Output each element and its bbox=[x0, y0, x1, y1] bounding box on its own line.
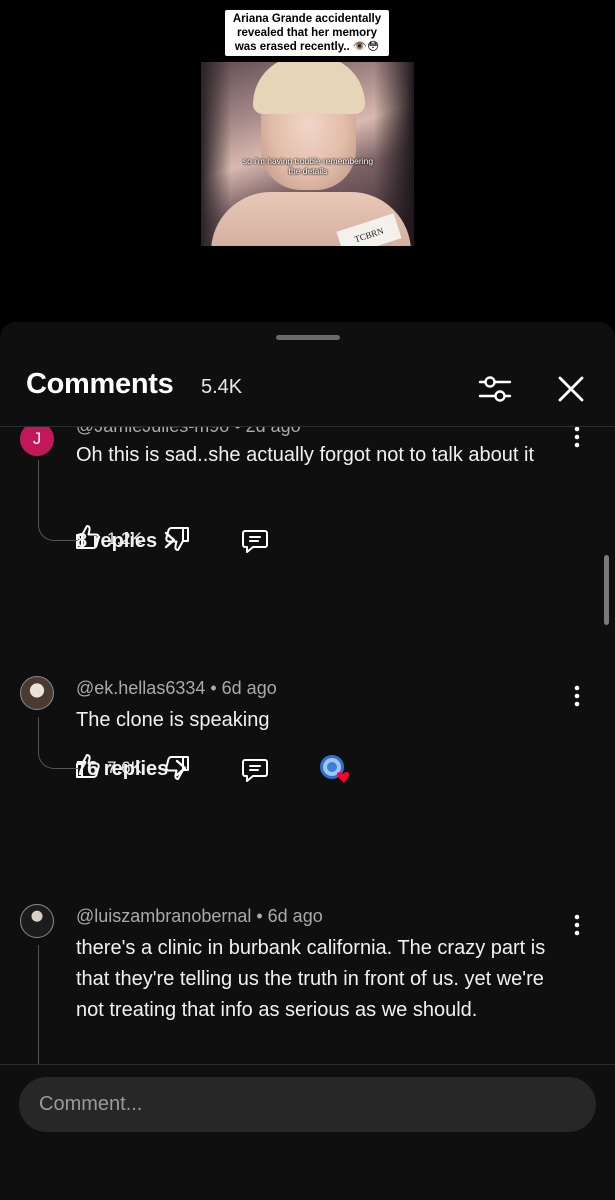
input-divider bbox=[0, 1064, 615, 1065]
reply-button[interactable] bbox=[241, 755, 271, 785]
comments-title: Comments bbox=[26, 368, 174, 400]
thread-line bbox=[38, 945, 39, 1064]
reply-button[interactable] bbox=[241, 526, 271, 556]
comments-count: 5.4K bbox=[201, 376, 243, 398]
avatar[interactable] bbox=[20, 904, 54, 938]
comment-author-meta[interactable]: @luiszambranobernal • 6d ago bbox=[76, 906, 323, 927]
drag-handle[interactable] bbox=[276, 335, 340, 340]
video-person-hair bbox=[253, 62, 365, 114]
chevron-right-icon bbox=[163, 530, 177, 553]
avatar[interactable]: J bbox=[20, 427, 54, 456]
replies-count: 76 replies bbox=[76, 758, 169, 780]
video-frame[interactable]: TCBRN so i'm having trouble remembering … bbox=[201, 62, 414, 246]
sliders-icon bbox=[478, 376, 512, 402]
video-subtitle: so i'm having trouble remembering the de… bbox=[242, 156, 374, 176]
reply-comment-icon bbox=[242, 759, 268, 782]
video-player[interactable]: Ariana Grande accidentally revealed that… bbox=[0, 0, 615, 322]
comments-list[interactable]: J @JamieJulies-m9o • 2d ago Oh this is s… bbox=[0, 427, 615, 1064]
filter-button[interactable] bbox=[476, 372, 514, 406]
comment-input[interactable] bbox=[19, 1077, 596, 1132]
comments-sheet: Comments 5.4K J @JamieJulies-m9o • 2d ag… bbox=[0, 322, 615, 1200]
video-caption: Ariana Grande accidentally revealed that… bbox=[225, 10, 389, 56]
creator-heart-badge bbox=[318, 753, 354, 783]
avatar[interactable] bbox=[20, 676, 54, 710]
reply-comment-icon bbox=[242, 530, 268, 553]
view-replies-link[interactable]: 8 replies bbox=[76, 530, 177, 553]
close-icon bbox=[558, 376, 584, 402]
chevron-right-icon bbox=[174, 758, 188, 781]
comment-author-meta[interactable]: @ek.hellas6334 • 6d ago bbox=[76, 678, 277, 699]
scrollbar[interactable] bbox=[604, 555, 609, 625]
view-replies-link[interactable]: 76 replies bbox=[76, 758, 188, 781]
comment-text: there's a clinic in burbank california. … bbox=[76, 937, 546, 1021]
creator-heart-icon bbox=[320, 755, 350, 783]
replies-count: 8 replies bbox=[76, 530, 158, 552]
thread-line bbox=[38, 717, 79, 769]
comment-text: The clone is speaking bbox=[76, 709, 270, 731]
close-button[interactable] bbox=[553, 371, 589, 407]
comment-text: Oh this is sad..she actually forgot not … bbox=[76, 444, 535, 466]
comment-author-meta[interactable]: @JamieJulies-m9o • 2d ago bbox=[76, 427, 301, 437]
thread-line bbox=[38, 460, 79, 541]
